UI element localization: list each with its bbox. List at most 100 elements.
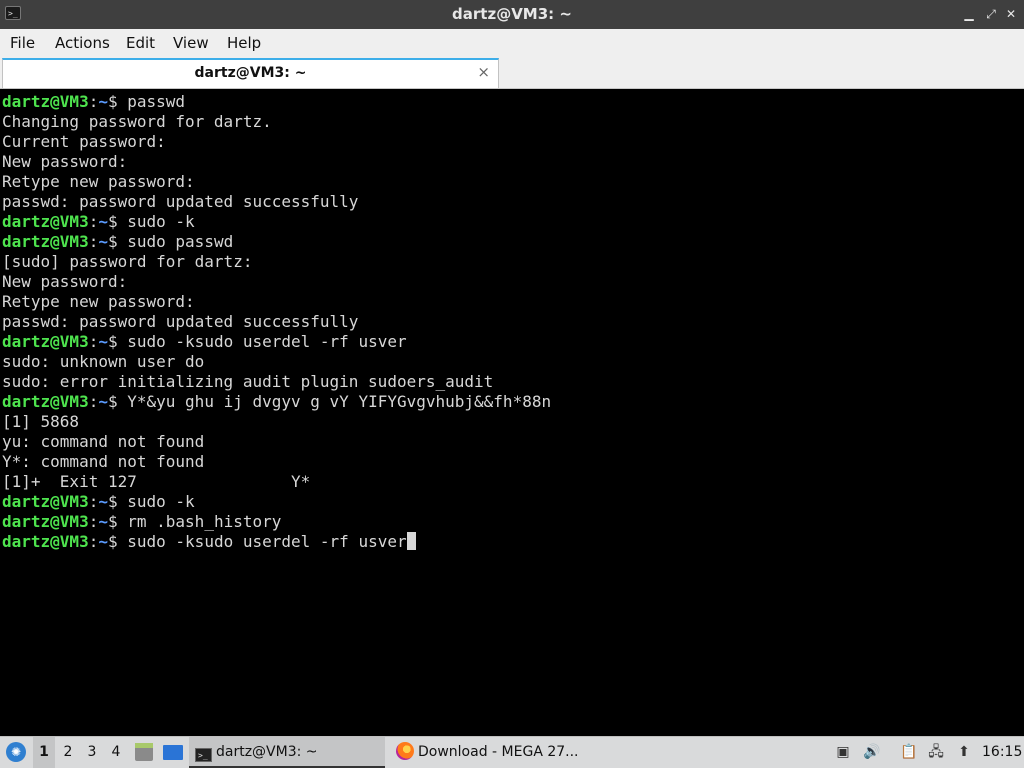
terminal-line: dartz@VM3:~$ sudo -ksudo userdel -rf usv… — [2, 532, 1022, 552]
minimize-button[interactable]: ▁ — [962, 7, 976, 21]
command-text: rm .bash_history — [127, 512, 282, 531]
workspace-2[interactable]: 2 — [57, 737, 79, 768]
workspace-4[interactable]: 4 — [105, 737, 127, 768]
command-text: sudo -k — [127, 212, 195, 231]
taskbar-item-label: dartz@VM3: ~ — [216, 744, 318, 760]
terminal-line: Current password: — [2, 132, 1022, 152]
command-text: Y*&yu ghu ij dvgyv g vY YIFYGvgvhubj&&fh… — [127, 392, 552, 411]
taskbar-item-terminal[interactable]: >_ dartz@VM3: ~ — [189, 737, 385, 768]
prompt-symbol: $ — [107, 92, 128, 111]
file-manager-icon[interactable] — [135, 743, 153, 761]
prompt-colon: : — [88, 392, 99, 411]
window-titlebar[interactable]: >_ dartz@VM3: ~ ▁ ⤢ ✕ — [0, 0, 1024, 29]
terminal-line: dartz@VM3:~$ sudo -ksudo userdel -rf usv… — [2, 332, 1022, 352]
prompt-colon: : — [88, 512, 99, 531]
text-cursor — [406, 532, 416, 550]
menu-bar: File Actions Edit View Help — [0, 29, 1024, 57]
taskbar-item-firefox[interactable]: Download - MEGA 27... — [392, 737, 592, 768]
menu-help[interactable]: Help — [227, 34, 261, 52]
close-window-button[interactable]: ✕ — [1004, 7, 1018, 21]
tab-terminal[interactable]: dartz@VM3: ~ × — [2, 58, 499, 88]
terminal-line: dartz@VM3:~$ rm .bash_history — [2, 512, 1022, 532]
taskbar: ✺ 1 2 3 4 >_ dartz@VM3: ~ Download - MEGA… — [0, 736, 1024, 768]
taskbar-item-label: Download - MEGA 27... — [418, 744, 579, 760]
output-text: [sudo] password for dartz: — [2, 252, 253, 271]
terminal-line: passwd: password updated successfully — [2, 312, 1022, 332]
prompt-symbol: $ — [107, 392, 128, 411]
tab-close-icon[interactable]: × — [477, 63, 490, 81]
maximize-button[interactable]: ⤢ — [984, 7, 998, 21]
terminal-line: [1]+ Exit 127 Y* — [2, 472, 1022, 492]
output-text: Y*: command not found — [2, 452, 205, 471]
menu-file[interactable]: File — [10, 34, 35, 52]
prompt-user: dartz@VM3 — [2, 492, 89, 511]
terminal-line: New password: — [2, 272, 1022, 292]
clock[interactable]: 16:15 — [982, 737, 1022, 768]
tab-label: dartz@VM3: ~ — [194, 65, 307, 81]
prompt-symbol: $ — [107, 492, 128, 511]
terminal-output[interactable]: dartz@VM3:~$ passwd Changing password for… — [2, 91, 1022, 736]
prompt-path: ~ — [98, 92, 108, 111]
volume-icon[interactable]: 🔊 — [863, 743, 881, 761]
terminal-line: dartz@VM3:~$ sudo passwd — [2, 232, 1022, 252]
output-text: yu: command not found — [2, 432, 205, 451]
terminal-line: dartz@VM3:~$ Y*&yu ghu ij dvgyv g vY YIF… — [2, 392, 1022, 412]
output-text: [1] 5868 — [2, 412, 80, 431]
prompt-user: dartz@VM3 — [2, 392, 89, 411]
prompt-path: ~ — [98, 332, 108, 351]
command-text: passwd — [127, 92, 186, 111]
output-text: passwd: password updated successfully — [2, 192, 359, 211]
workspace-3[interactable]: 3 — [81, 737, 103, 768]
terminal-icon: >_ — [195, 748, 212, 762]
prompt-colon: : — [88, 212, 99, 231]
terminal-line: Retype new password: — [2, 292, 1022, 312]
terminal-line: New password: — [2, 152, 1022, 172]
prompt-path: ~ — [98, 392, 108, 411]
prompt-path: ~ — [98, 512, 108, 531]
lubuntu-menu-icon[interactable]: ✺ — [6, 742, 26, 762]
output-text: New password: — [2, 152, 128, 171]
terminal-line: dartz@VM3:~$ sudo -k — [2, 212, 1022, 232]
firefox-icon — [396, 742, 414, 760]
prompt-user: dartz@VM3 — [2, 332, 89, 351]
terminal-line: [1] 5868 — [2, 412, 1022, 432]
terminal-line: Changing password for dartz. — [2, 112, 1022, 132]
prompt-symbol: $ — [107, 332, 128, 351]
output-text: New password: — [2, 272, 128, 291]
menu-actions[interactable]: Actions — [55, 34, 110, 52]
prompt-symbol: $ — [107, 512, 128, 531]
terminal-line: dartz@VM3:~$ passwd — [2, 92, 1022, 112]
prompt-symbol: $ — [107, 212, 128, 231]
workspace-1[interactable]: 1 — [33, 737, 55, 768]
prompt-user: dartz@VM3 — [2, 512, 89, 531]
menu-edit[interactable]: Edit — [126, 34, 155, 52]
tab-bar: dartz@VM3: ~ × — [0, 57, 1024, 89]
output-text: passwd: password updated successfully — [2, 312, 359, 331]
menu-view[interactable]: View — [173, 34, 209, 52]
output-text: sudo: unknown user do — [2, 352, 205, 371]
output-text: Changing password for dartz. — [2, 112, 272, 131]
prompt-user: dartz@VM3 — [2, 92, 89, 111]
output-text: sudo: error initializing audit plugin su… — [2, 372, 494, 391]
output-text: Current password: — [2, 132, 166, 151]
terminal-lines: dartz@VM3:~$ passwd Changing password for… — [2, 91, 1022, 552]
terminal-line: sudo: unknown user do — [2, 352, 1022, 372]
terminal-line: sudo: error initializing audit plugin su… — [2, 372, 1022, 392]
prompt-path: ~ — [98, 232, 108, 251]
prompt-colon: : — [88, 492, 99, 511]
clipboard-icon[interactable]: 📋 — [900, 743, 918, 761]
notification-icon[interactable]: ▣ — [834, 743, 852, 761]
output-text: Retype new password: — [2, 292, 195, 311]
terminal-line: Retype new password: — [2, 172, 1022, 192]
prompt-user: dartz@VM3 — [2, 532, 89, 551]
update-icon[interactable]: ⬆ — [955, 743, 973, 761]
network-icon[interactable]: 🖧 — [927, 743, 945, 761]
command-text: sudo -k — [127, 492, 195, 511]
window-title: dartz@VM3: ~ — [452, 5, 572, 23]
prompt-symbol: $ — [107, 232, 128, 251]
output-text: Retype new password: — [2, 172, 195, 191]
terminal-line: yu: command not found — [2, 432, 1022, 452]
show-desktop-icon[interactable] — [163, 745, 183, 760]
terminal-line: Y*: command not found — [2, 452, 1022, 472]
command-text: sudo passwd — [127, 232, 234, 251]
